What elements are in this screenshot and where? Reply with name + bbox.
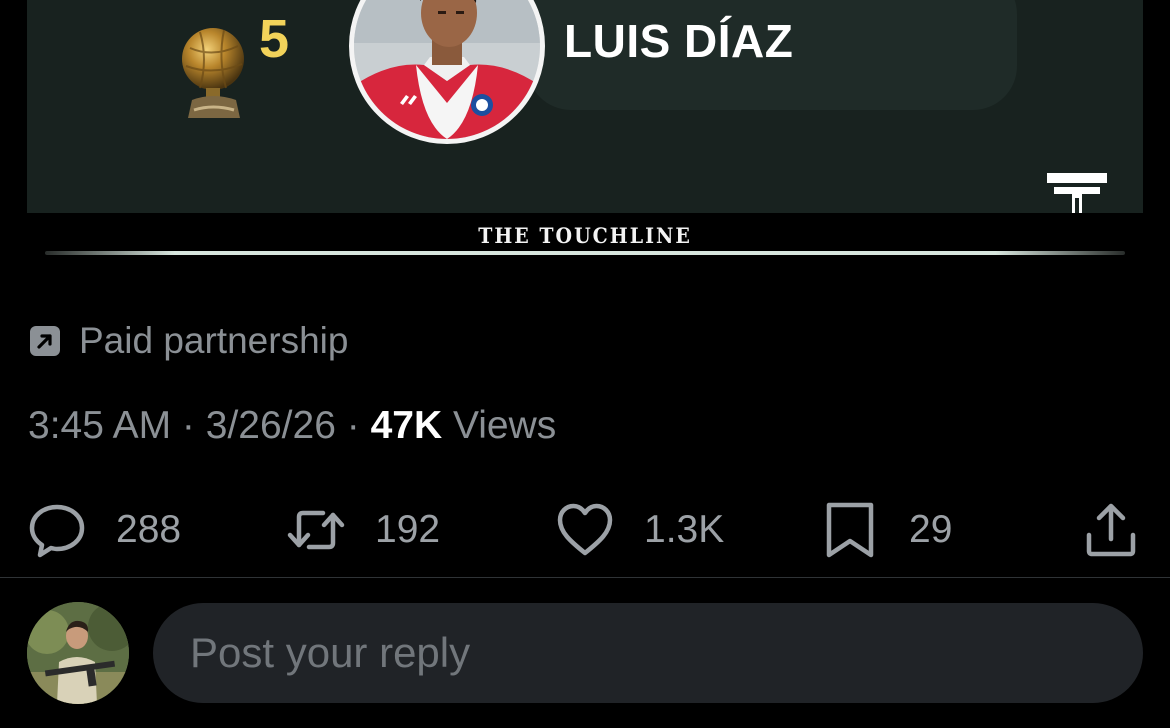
bookmark-button[interactable]: 29 <box>821 498 952 562</box>
touchline-t-logo-icon <box>1047 173 1107 213</box>
user-avatar[interactable] <box>27 602 129 704</box>
paid-partnership-badge[interactable]: Paid partnership <box>29 320 348 362</box>
external-arrow-icon <box>30 326 60 356</box>
reply-icon <box>29 504 85 558</box>
heart-icon <box>557 503 613 556</box>
like-button[interactable]: 1.3K <box>556 498 724 562</box>
reply-count: 288 <box>116 508 182 551</box>
player-photo <box>349 0 545 144</box>
separator: · <box>335 404 371 447</box>
reply-input[interactable] <box>153 603 1143 703</box>
reply-button[interactable]: 288 <box>28 498 181 562</box>
repost-icon <box>287 510 345 550</box>
brand-strip: THE TOUCHLINE <box>27 213 1143 257</box>
rank-number: 5 <box>259 9 290 69</box>
paid-partnership-label: Paid partnership <box>79 320 349 361</box>
separator: · <box>171 404 206 447</box>
views-count[interactable]: 47K <box>371 404 443 447</box>
post-detail-view: 5 LUIS DÍAZ THE TOUCHLINE Paid partnersh… <box>0 0 1170 728</box>
like-count: 1.3K <box>644 508 725 551</box>
bookmark-count: 29 <box>909 508 953 551</box>
ballon-dor-trophy-icon <box>182 28 244 118</box>
bookmark-icon <box>826 502 874 558</box>
post-timestamp-line: 3:45 AM · 3/26/26 · 47K Views <box>28 404 556 448</box>
views-label[interactable]: Views <box>442 404 556 447</box>
divider <box>0 577 1170 578</box>
post-date[interactable]: 3/26/26 <box>206 404 336 447</box>
share-button[interactable] <box>1082 498 1140 562</box>
brand-underline <box>45 251 1125 255</box>
share-icon <box>1086 503 1136 557</box>
player-name: LUIS DÍAZ <box>564 15 794 67</box>
post-media-card[interactable]: 5 LUIS DÍAZ <box>27 0 1143 213</box>
post-action-bar: 288 192 1.3K 29 <box>0 498 1170 562</box>
repost-button[interactable]: 192 <box>287 498 440 562</box>
post-time[interactable]: 3:45 AM <box>28 404 171 447</box>
repost-count: 192 <box>375 508 441 551</box>
brand-name: THE TOUCHLINE <box>478 223 692 249</box>
